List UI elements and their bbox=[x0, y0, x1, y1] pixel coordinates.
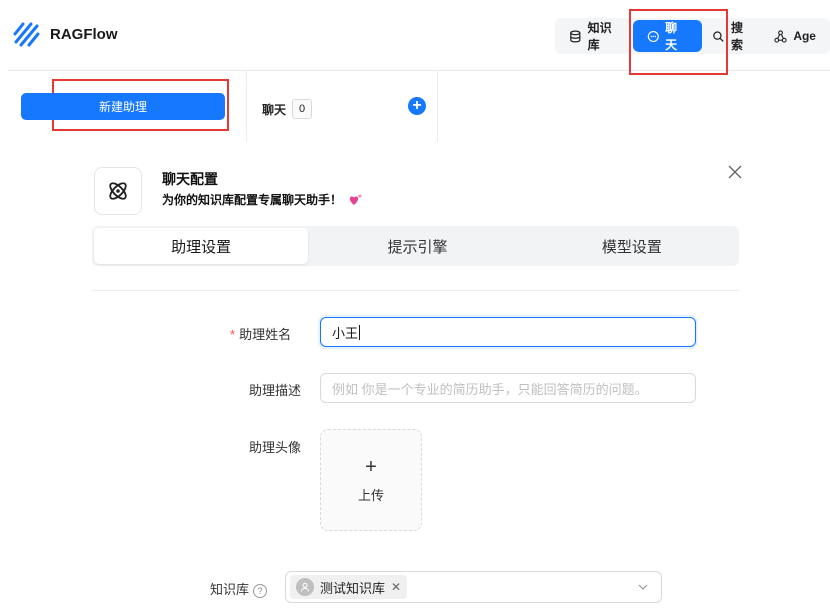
assistant-name-input[interactable]: 小王 bbox=[320, 317, 696, 347]
assistant-avatar-label: 助理头像 bbox=[249, 440, 302, 455]
assistant-desc-label: 助理描述 bbox=[249, 383, 302, 398]
remove-tag-icon[interactable]: ✕ bbox=[391, 580, 401, 594]
chevron-down-icon bbox=[638, 584, 648, 590]
input-value: 小王 bbox=[332, 325, 359, 341]
header-divider bbox=[8, 70, 830, 71]
agent-graph-icon bbox=[774, 29, 787, 43]
subtitle-text: 为你的知识库配置专属聊天助手！ bbox=[162, 193, 343, 207]
help-icon[interactable]: ? bbox=[253, 583, 268, 598]
nav-label: 搜索 bbox=[731, 21, 744, 52]
close-icon[interactable] bbox=[727, 164, 743, 180]
input-placeholder: 例如 你是一个专业的简历助手，只能回答简历的问题。 bbox=[332, 381, 648, 397]
nav-label: 知识库 bbox=[587, 21, 612, 52]
avatar-upload-button[interactable]: + 上传 bbox=[320, 429, 422, 531]
tab-model-settings[interactable]: 模型设置 bbox=[525, 226, 739, 266]
top-nav: 知识库 聊天 搜索 Age bbox=[555, 18, 830, 54]
ragflow-logo-icon bbox=[13, 22, 40, 47]
chat-count-badge: 0 bbox=[292, 99, 312, 119]
user-avatar-icon bbox=[296, 578, 314, 596]
text-caret bbox=[359, 324, 361, 340]
nav-label: 聊天 bbox=[665, 21, 678, 52]
assistant-name-label: * 助理姓名 bbox=[230, 324, 291, 343]
tab-prompt-engine[interactable]: 提示引擎 bbox=[310, 226, 524, 266]
divider bbox=[437, 70, 438, 142]
knowledge-base-select[interactable]: 测试知识库 ✕ bbox=[285, 571, 662, 603]
modal-title: 聊天配置 bbox=[162, 171, 218, 187]
new-assistant-button[interactable]: 新建助理 bbox=[21, 93, 225, 120]
divider bbox=[246, 70, 247, 142]
chat-bubble-icon bbox=[647, 30, 659, 42]
tag-label: 测试知识库 bbox=[320, 580, 386, 596]
hearts-icon bbox=[349, 194, 362, 205]
nav-knowledge-base[interactable]: 知识库 bbox=[559, 20, 633, 52]
ragflow-logo[interactable]: RAGFlow bbox=[12, 20, 118, 48]
plus-icon: + bbox=[365, 455, 377, 478]
label-text: 知识库 bbox=[210, 582, 250, 597]
nav-search[interactable]: 搜索 bbox=[702, 20, 764, 52]
required-asterisk: * bbox=[230, 327, 236, 342]
nav-label: Age bbox=[793, 29, 816, 43]
add-chat-icon[interactable]: + bbox=[408, 97, 426, 115]
knowledge-base-label: 知识库? bbox=[210, 579, 268, 598]
label-text: 助理姓名 bbox=[239, 327, 292, 342]
app-name: RAGFlow bbox=[50, 25, 118, 43]
assistant-desc-input[interactable]: 例如 你是一个专业的简历助手，只能回答简历的问题。 bbox=[320, 373, 696, 403]
tab-assistant-settings[interactable]: 助理设置 bbox=[94, 228, 309, 264]
nav-chat[interactable]: 聊天 bbox=[632, 20, 703, 52]
search-icon bbox=[713, 30, 725, 42]
divider bbox=[92, 290, 739, 291]
nav-agent[interactable]: Age bbox=[764, 20, 826, 52]
settings-tabs: 助理设置 提示引擎 模型设置 bbox=[92, 226, 739, 266]
modal-subtitle: 为你的知识库配置专属聊天助手！ bbox=[162, 191, 364, 208]
selected-kb-tag: 测试知识库 ✕ bbox=[290, 575, 408, 599]
atom-icon bbox=[94, 167, 142, 215]
database-icon bbox=[570, 29, 581, 43]
chat-list-label: 聊天 bbox=[262, 103, 287, 117]
upload-label: 上传 bbox=[357, 487, 384, 503]
